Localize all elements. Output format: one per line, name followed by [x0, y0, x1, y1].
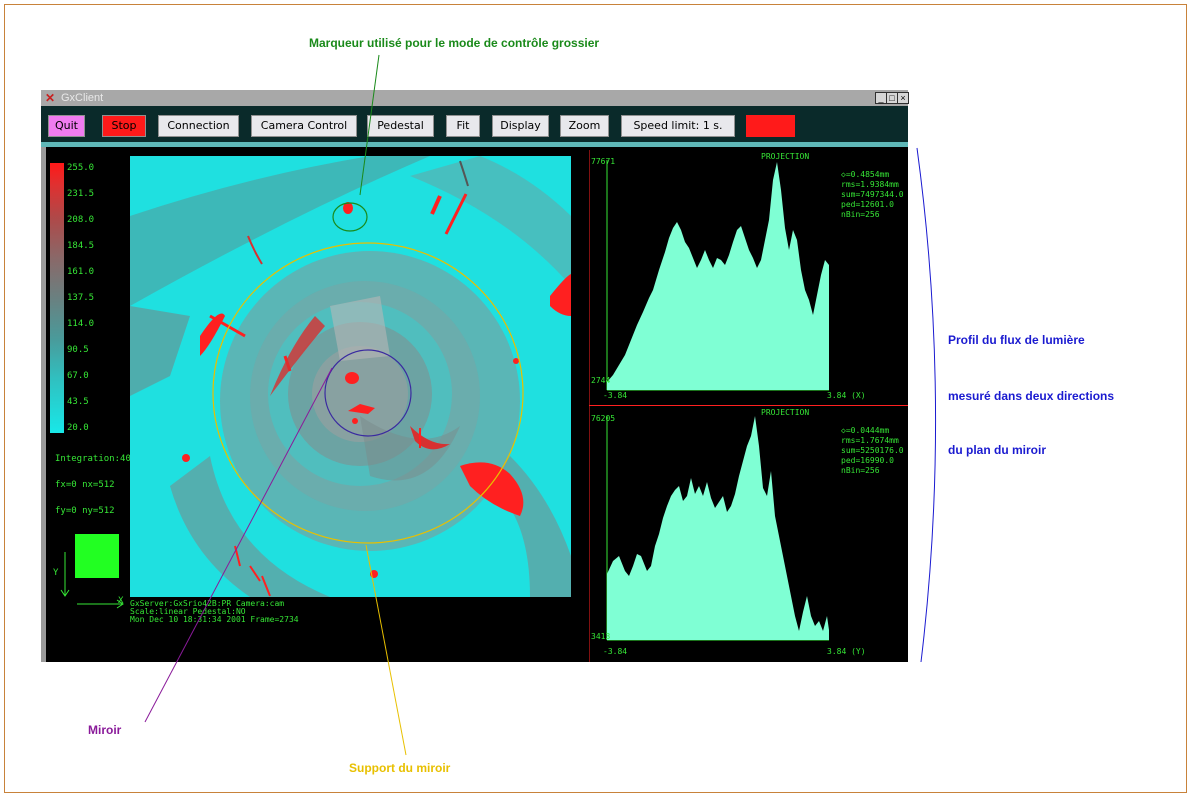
display-button[interactable]: Display [492, 115, 549, 137]
colorbar [50, 163, 64, 433]
window-titlebar[interactable]: ✕ GxClient _ □ × [41, 90, 909, 106]
projection-y-stat: nBin=256 [841, 466, 880, 475]
projection-x-stat: ped=12601.0 [841, 200, 894, 209]
camera-image[interactable] [130, 156, 571, 597]
x-logo-icon: ✕ [45, 91, 56, 105]
image-info-line3: Mon Dec 10 18:31:34 2001 Frame=2734 [130, 615, 299, 624]
projection-x-title: PROJECTION [761, 152, 810, 161]
colorbar-tick: 20.0 [67, 423, 89, 433]
fx-label: fx=0 nx=512 [55, 480, 115, 490]
projection-y-stat: rms=1.7674mm [841, 436, 899, 445]
colorbar-tick: 208.0 [67, 215, 95, 225]
projection-y-stat: ◇=0.0444mm [841, 426, 890, 435]
axis-x-label: X [118, 596, 124, 606]
window-title: GxClient [61, 92, 104, 104]
colorbar-tick: 255.0 [67, 163, 95, 173]
projection-y-xmax: 3.84 (Y) [827, 647, 866, 656]
colorbar-tick: 90.5 [67, 345, 89, 355]
projection-x-stat: nBin=256 [841, 210, 880, 219]
miroir-annotation: Miroir [88, 723, 122, 737]
fit-button[interactable]: Fit [446, 115, 480, 137]
colorbar-tick: 161.0 [67, 267, 95, 277]
colorbar-tick: 67.0 [67, 371, 89, 381]
axis-y-label: Y [53, 568, 59, 578]
speed-limit-button[interactable]: Speed limit: 1 s. [621, 115, 735, 137]
zoom-button[interactable]: Zoom [560, 115, 609, 137]
projection-y-stat: sum=5250176.0 [841, 446, 904, 455]
histogram-y [607, 416, 829, 640]
stop-button[interactable]: Stop [102, 115, 146, 137]
connection-button[interactable]: Connection [158, 115, 239, 137]
histogram-x [607, 162, 829, 390]
status-indicator [746, 115, 795, 137]
close-button[interactable]: × [897, 92, 909, 104]
window-left-border [41, 147, 46, 662]
toolbar: Quit Stop Connection Camera Control Pede… [41, 106, 908, 142]
profile-annotation-line2: mesuré dans deux directions [948, 389, 1115, 403]
projection-x-stat: ◇=0.4854mm [841, 170, 890, 179]
colorbar-tick: 114.0 [67, 319, 95, 329]
colorbar-tick: 137.5 [67, 293, 95, 303]
quit-button[interactable]: Quit [48, 115, 85, 137]
projection-y-stat: ped=16990.0 [841, 456, 894, 465]
profile-annotation-line1: Profil du flux de lumière [948, 333, 1085, 347]
pedestal-button[interactable]: Pedestal [367, 115, 434, 137]
gxclient-window: ✕ GxClient _ □ × Quit Stop Connection Ca… [41, 90, 909, 662]
colorbar-tick: 184.5 [67, 241, 95, 251]
colorbar-tick: 43.5 [67, 397, 89, 407]
fy-label: fy=0 ny=512 [55, 506, 115, 516]
profile-annotation-line3: du plan du miroir [948, 443, 1046, 457]
toolbar-separator [41, 142, 908, 147]
projection-x-stat: sum=7497344.0 [841, 190, 904, 199]
projection-x-xmax: 3.84 (X) [827, 391, 866, 400]
support-annotation: Support du miroir [349, 761, 451, 775]
integration-label: Integration:400 [55, 454, 137, 464]
projection-y-xmin: -3.84 [603, 647, 628, 656]
projection-x-stat: rms=1.9384mm [841, 180, 899, 189]
projection-x-ymin: 2744 [591, 376, 611, 385]
colorbar-tick: 231.5 [67, 189, 95, 199]
projection-x-ymax: 77671 [591, 157, 616, 166]
projection-x-xmin: -3.84 [603, 391, 628, 400]
marker-annotation: Marqueur utilisé pour le mode de contrôl… [309, 36, 600, 50]
projection-y-ymax: 76205 [591, 414, 616, 423]
projection-y-ymin: 3413 [591, 632, 611, 641]
projection-y-title: PROJECTION [761, 408, 810, 417]
camera-control-button[interactable]: Camera Control [251, 115, 357, 137]
